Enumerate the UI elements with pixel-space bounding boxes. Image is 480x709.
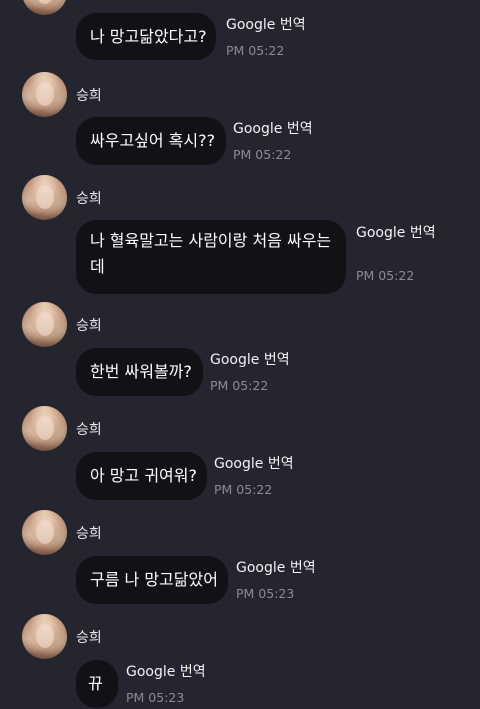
message-bubble[interactable]: 싸우고싶어 혹시?? [76,117,226,165]
message-time: PM 05:22 [233,147,292,162]
avatar[interactable] [22,614,67,659]
avatar[interactable] [22,510,67,555]
message-meta: Google 번역 PM 05:22 [226,16,306,59]
sender-name: 승희 [76,191,102,207]
message-meta: Google 번역 PM 05:22 [214,455,294,498]
sender-name: 승희 [76,318,102,334]
google-translate-link[interactable]: Google 번역 [233,120,313,138]
message-meta: Google 번역 PM 05:23 [126,663,206,706]
avatar[interactable] [22,72,67,117]
message-bubble[interactable]: 나 혈육말고는 사람이랑 처음 싸우는데 [76,220,346,294]
message-time: PM 05:23 [126,690,185,705]
sender-name: 승희 [76,526,102,542]
message-time: PM 05:22 [356,268,415,283]
google-translate-link[interactable]: Google 번역 [236,559,316,577]
google-translate-link[interactable]: Google 번역 [214,455,294,473]
message-time: PM 05:23 [236,586,295,601]
message-time: PM 05:22 [214,482,273,497]
avatar[interactable] [22,175,67,220]
message-bubble[interactable]: 한번 싸워볼까? [76,348,203,396]
message-time: PM 05:22 [226,43,285,58]
sender-name: 승희 [76,88,102,104]
message-bubble[interactable]: 나 망고닮았다고? [76,13,216,60]
sender-name: 승희 [76,630,102,646]
message-meta: Google 번역 PM 05:22 [210,351,290,394]
google-translate-link[interactable]: Google 번역 [226,16,306,34]
google-translate-link[interactable]: Google 번역 [126,663,206,681]
message-bubble[interactable]: 구름 나 망고닮았어 [76,556,228,604]
message-bubble[interactable]: 아 망고 귀여워? [76,452,207,500]
message-meta: Google 번역 PM 05:23 [236,559,316,602]
avatar[interactable] [22,406,67,451]
message-time: PM 05:22 [210,378,269,393]
avatar[interactable] [22,0,67,15]
sender-name: 승희 [76,422,102,438]
avatar[interactable] [22,302,67,347]
message-meta: Google 번역 PM 05:22 [233,120,313,163]
message-meta: Google 번역 PM 05:22 [356,224,436,284]
google-translate-link[interactable]: Google 번역 [356,224,436,242]
chat-message-list[interactable]: 나 망고닮았다고? Google 번역 PM 05:22 승희 싸우고싶어 혹시… [0,0,480,709]
google-translate-link[interactable]: Google 번역 [210,351,290,369]
message-bubble[interactable]: 뀨 [76,660,118,708]
